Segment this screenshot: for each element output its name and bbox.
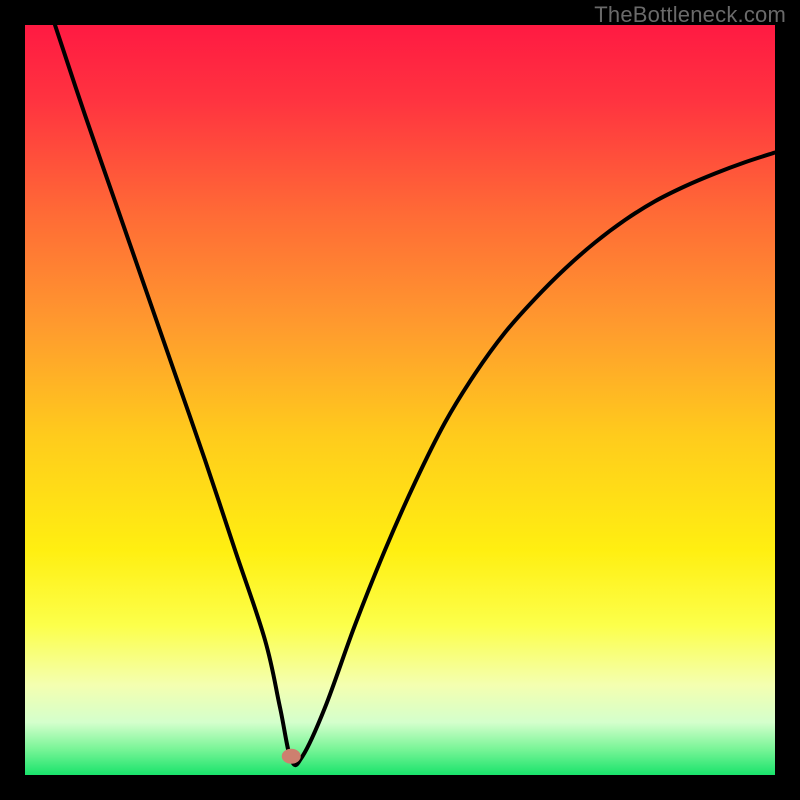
chart-frame: { "watermark": "TheBottleneck.com", "cha… [0, 0, 800, 800]
bottleneck-chart [0, 0, 800, 800]
optimum-marker [282, 749, 300, 763]
plot-background [25, 25, 775, 775]
